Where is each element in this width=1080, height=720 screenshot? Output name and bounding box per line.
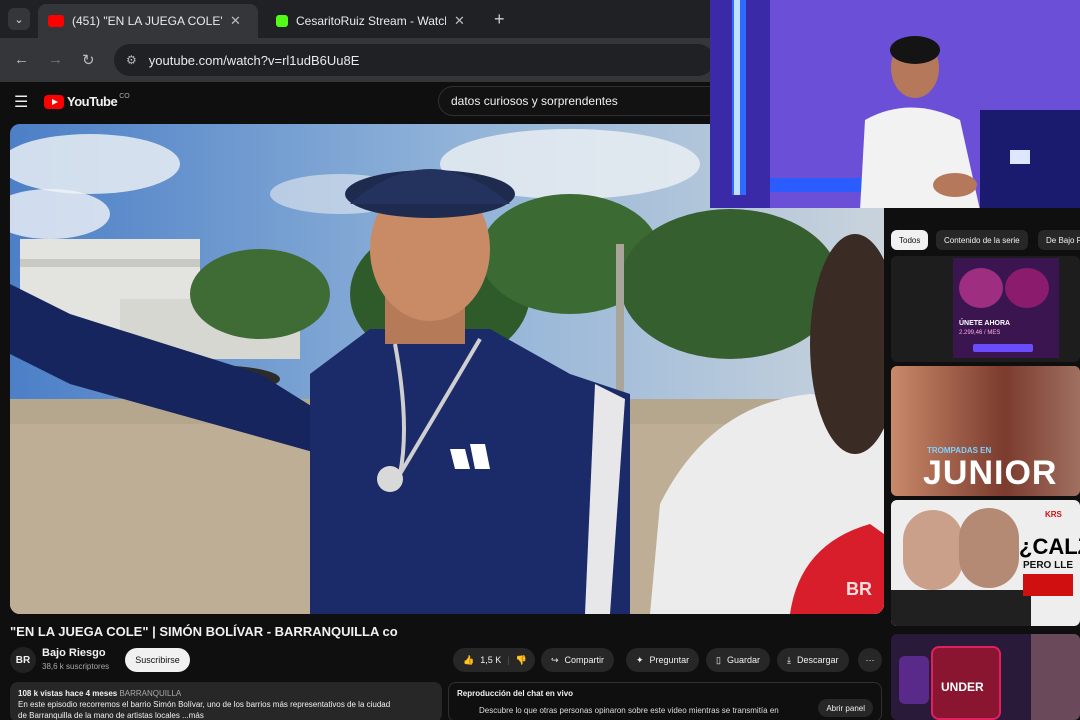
webcam-overlay <box>710 0 1080 208</box>
download-button[interactable]: ⤓ Descargar <box>777 648 849 672</box>
thumb-tag: KRS <box>1045 510 1062 519</box>
sparkle-icon: ✦ <box>636 654 644 665</box>
more-actions-button[interactable]: ··· <box>858 648 882 672</box>
thumbnail-ad-art: ÚNETE AHORA 2.299,46 / MES <box>953 258 1059 358</box>
tab-search-icon[interactable]: ⌄ <box>8 8 30 30</box>
search-input[interactable]: datos curiosos y sorprendentes <box>438 86 718 116</box>
menu-icon[interactable]: ☰ <box>14 92 28 112</box>
channel-name[interactable]: Bajo Riesgo <box>42 647 106 659</box>
view-count: 108 k vistas <box>18 689 63 698</box>
tab-title: CesaritoRuiz Stream - Watch Li <box>296 14 446 28</box>
like-button[interactable]: 👍 1,5 K | 👎 <box>453 648 535 672</box>
share-label: Compartir <box>564 655 605 665</box>
description-meta: 108 k vistas hace 4 meses BARRANQUILLA <box>18 688 434 699</box>
youtube-icon <box>48 15 64 27</box>
back-icon[interactable]: ← <box>14 51 29 68</box>
description-line: de Barranquilla de la mano de artistas l… <box>18 711 204 720</box>
search-value: datos curiosos y sorprendentes <box>451 94 618 108</box>
tab-youtube[interactable]: (451) "EN LA JUEGA COLE" | SIMÓN ✕ <box>38 4 258 38</box>
description-line: En este episodio recorremos el barrio Si… <box>18 700 391 709</box>
country-code: CO <box>119 93 130 100</box>
share-button[interactable]: ↪ Compartir <box>541 648 615 672</box>
like-count: 1,5 K <box>480 655 502 665</box>
close-icon[interactable]: ✕ <box>454 13 465 29</box>
close-icon[interactable]: ✕ <box>230 13 241 29</box>
video-title: "EN LA JUEGA COLE" | SIMÓN BOLÍVAR - BAR… <box>10 624 398 639</box>
more-icon: ··· <box>865 655 875 665</box>
logo-text: YouTube <box>67 94 118 109</box>
thumb-small-text: ÚNETE AHORA <box>959 320 1011 327</box>
upload-date: hace 4 meses <box>65 689 118 698</box>
open-panel-button[interactable]: Abrir panel <box>818 699 873 717</box>
recommended-thumbnail[interactable]: KRS ¿CALZA PERO LLE <box>891 500 1080 626</box>
thumb-label: ¿CALZA <box>1019 534 1080 559</box>
recommended-thumbnail[interactable]: TROMPADAS EN JUNIOR <box>891 366 1080 496</box>
thumbs-down-icon[interactable]: 👎 <box>516 655 527 666</box>
url-text: youtube.com/watch?v=rl1udB6Uu8E <box>148 52 360 68</box>
youtube-logo[interactable]: YouTube CO <box>44 93 130 109</box>
site-settings-icon[interactable]: ⚙ <box>126 53 137 67</box>
recommended-thumbnail[interactable]: ÚNETE AHORA 2.299,46 / MES <box>891 256 1080 362</box>
screen: ⌄ (451) "EN LA JUEGA COLE" | SIMÓN ✕ Ces… <box>0 0 1080 720</box>
save-button[interactable]: ▯ Guardar <box>706 648 770 672</box>
kick-icon <box>276 15 288 27</box>
subscriber-count: 38,6 k suscriptores <box>42 662 110 671</box>
thumbs-up-icon: 👍 <box>463 654 475 665</box>
thumb-price: 2.299,46 / MES <box>959 330 1001 336</box>
youtube-play-icon <box>44 94 64 109</box>
reload-icon[interactable]: ↻ <box>82 51 95 69</box>
ask-button[interactable]: ✦ Preguntar <box>626 648 700 672</box>
new-tab-icon[interactable]: + <box>494 9 505 30</box>
thumb-sublabel: PERO LLE <box>1023 560 1074 571</box>
location-tag[interactable]: BARRANQUILLA <box>119 689 181 698</box>
tab-title: (451) "EN LA JUEGA COLE" | SIMÓN <box>72 14 222 28</box>
share-icon: ↪ <box>551 654 559 665</box>
webcam-frame <box>710 0 1080 208</box>
bookmark-icon: ▯ <box>716 654 721 665</box>
chat-replay-box: Reproducción del chat en vivo Descubre l… <box>448 682 882 720</box>
thumb-label: JUNIOR <box>923 454 1058 492</box>
url-field[interactable]: ⚙ youtube.com/watch?v=rl1udB6Uu8E <box>114 44 714 76</box>
save-label: Guardar <box>726 655 760 665</box>
channel-watermark: BR <box>846 579 872 599</box>
thumb-label: UNDER <box>941 680 984 694</box>
forward-icon[interactable]: → <box>48 51 63 68</box>
download-label: Descargar <box>796 655 839 665</box>
chip-all[interactable]: Todos <box>891 230 929 250</box>
chip-channel[interactable]: De Bajo Ri <box>1038 230 1080 250</box>
tab-kick[interactable]: CesaritoRuiz Stream - Watch Li ✕ <box>266 4 486 38</box>
ask-label: Preguntar <box>649 655 690 665</box>
download-icon: ⤓ <box>787 654 791 665</box>
chat-replay-title: Reproducción del chat en vivo <box>457 689 574 698</box>
subscribe-button[interactable]: Suscribirse <box>125 648 190 672</box>
chip-series[interactable]: Contenido de la serie <box>936 230 1028 250</box>
channel-avatar[interactable]: BR <box>10 647 36 673</box>
chat-replay-text: Descubre lo que otras personas opinaron … <box>479 706 779 715</box>
recommended-thumbnail[interactable]: UNDER <box>891 634 1080 720</box>
description-box[interactable]: 108 k vistas hace 4 meses BARRANQUILLA E… <box>10 682 442 720</box>
